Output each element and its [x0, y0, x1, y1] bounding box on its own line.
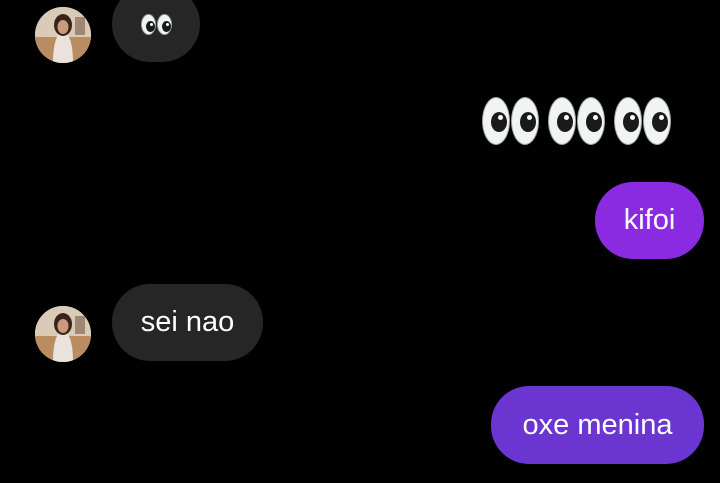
message-bubble-outgoing[interactable]: oxe menina [491, 386, 704, 464]
message-text: oxe menina [522, 408, 673, 441]
message-bubble-outgoing[interactable]: kifoi [595, 182, 704, 259]
eyes-emoji-message[interactable] [482, 97, 671, 145]
eyes-emoji [614, 97, 671, 145]
eyes-emoji [140, 13, 172, 35]
eyes-emoji [548, 97, 605, 145]
message-text: sei nao [140, 306, 235, 338]
contact-avatar[interactable] [35, 7, 91, 63]
message-bubble-incoming[interactable] [112, 0, 200, 62]
contact-avatar[interactable] [35, 306, 91, 362]
eyes-emoji [482, 97, 539, 145]
message-text: kifoi [623, 204, 676, 236]
eye-icon [156, 13, 172, 35]
message-bubble-incoming[interactable]: sei nao [112, 284, 263, 361]
eye-icon [140, 13, 156, 35]
chat-thread: kifoi sei nao oxe menina [0, 0, 720, 483]
